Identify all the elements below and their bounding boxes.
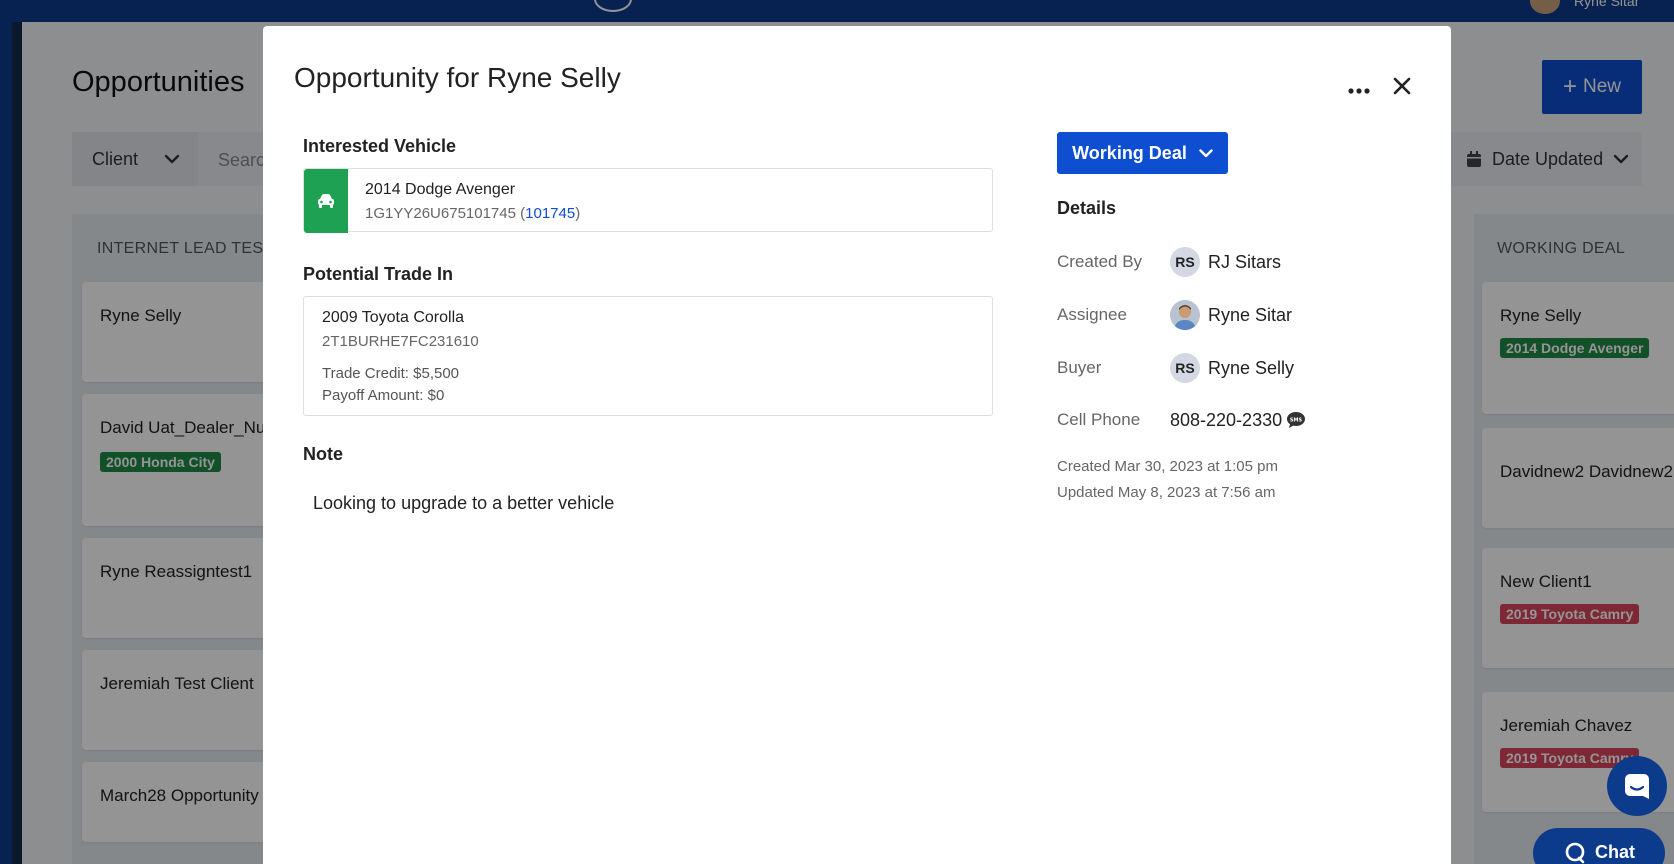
close-icon[interactable]: [1386, 70, 1418, 102]
note-label: Note: [303, 444, 343, 464]
trade-in-card[interactable]: 2009 Toyota Corolla 2T1BURHE7FC231610 Tr…: [303, 296, 993, 416]
trade-credit: Trade Credit: $5,500: [322, 365, 460, 382]
interested-vehicle-vin: 1G1YY26U675101745: [365, 205, 516, 222]
updated-timestamp: Updated May 8, 2023 at 7:56 am: [1057, 484, 1276, 501]
stock-number-link[interactable]: 101745: [525, 205, 575, 222]
cell-phone-value[interactable]: 808-220-2330: [1170, 410, 1282, 431]
sms-icon[interactable]: SMS: [1286, 411, 1306, 429]
trade-in-vehicle-name: 2009 Toyota Corolla: [322, 309, 465, 326]
details-label: Details: [1057, 198, 1117, 218]
assignee-row[interactable]: Assignee Ryne Sitar: [1057, 299, 1437, 331]
cell-phone-row: Cell Phone 808-220-2330 SMS: [1057, 404, 1437, 436]
intercom-launcher-button[interactable]: [1607, 756, 1667, 816]
more-options-icon[interactable]: [1346, 78, 1372, 104]
created-timestamp: Created Mar 30, 2023 at 1:05 pm: [1057, 458, 1278, 475]
svg-text:SMS: SMS: [1290, 417, 1303, 423]
interested-vehicle-label: Interested Vehicle: [303, 136, 457, 156]
interested-vehicle-name: 2014 Dodge Avenger: [365, 181, 516, 198]
chat-button[interactable]: Chat: [1533, 828, 1665, 864]
avatar: RS: [1170, 247, 1200, 277]
payoff-amount: Payoff Amount: $0: [322, 387, 445, 404]
status-dropdown-button[interactable]: Working Deal: [1057, 132, 1228, 174]
chat-bubble-icon: [1625, 774, 1649, 799]
cell-phone-key: Cell Phone: [1057, 410, 1141, 429]
buyer-row: Buyer RS Ryne Selly: [1057, 352, 1437, 384]
avatar: [1170, 300, 1200, 330]
chat-label: Chat: [1595, 842, 1635, 862]
created-by-row: Created By RS RJ Sitars: [1057, 246, 1437, 278]
avatar: RS: [1170, 353, 1200, 383]
interested-vehicle-vin-line: 1G1YY26U675101745 (101745): [365, 205, 581, 222]
buyer-value: Ryne Selly: [1208, 357, 1295, 378]
chat-icon: [1565, 842, 1585, 864]
interested-vehicle-card[interactable]: 2014 Dodge Avenger 1G1YY26U675101745 (10…: [303, 168, 993, 233]
opportunity-modal: Opportunity for Ryne Selly Interested Ve…: [263, 26, 1451, 864]
created-by-key: Created By: [1057, 252, 1143, 271]
buyer-key: Buyer: [1057, 358, 1102, 377]
assignee-value: Ryne Sitar: [1208, 304, 1293, 325]
status-label: Working Deal: [1072, 142, 1187, 163]
modal-title: Opportunity for Ryne Selly: [294, 62, 621, 93]
note-text[interactable]: Looking to upgrade to a better vehicle: [313, 493, 614, 514]
created-by-value: RJ Sitars: [1208, 251, 1282, 272]
assignee-key: Assignee: [1057, 305, 1127, 324]
chevron-down-icon: [1199, 148, 1213, 157]
trade-in-vin: 2T1BURHE7FC231610: [322, 333, 479, 350]
car-icon: [304, 169, 348, 233]
trade-in-label: Potential Trade In: [303, 264, 454, 284]
